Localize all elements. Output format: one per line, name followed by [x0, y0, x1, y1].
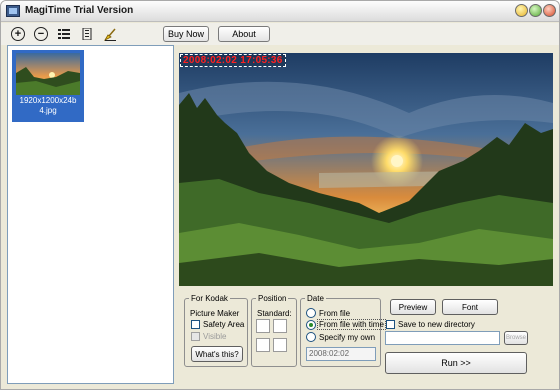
image-preview: 2008:02:02 17:05:36: [179, 53, 553, 286]
details-view-icon[interactable]: [80, 27, 94, 41]
save-new-directory-label: Save to new directory: [398, 320, 475, 329]
whats-this-button[interactable]: What's this?: [191, 346, 243, 362]
from-file-radio[interactable]: [306, 308, 316, 318]
date-stamp: 2008:02:02 17:05:36: [180, 54, 286, 67]
font-button[interactable]: Font: [442, 299, 498, 315]
date-input[interactable]: 2008:02:02: [306, 347, 376, 361]
visible-label: Visible: [203, 332, 227, 341]
add-icon[interactable]: +: [11, 27, 25, 41]
date-legend: Date: [307, 294, 324, 303]
from-file-label: From file: [319, 309, 351, 318]
browse-button[interactable]: Browse: [504, 331, 528, 345]
about-button[interactable]: About: [218, 26, 270, 42]
maximize-button[interactable]: [529, 4, 542, 17]
app-window: MagiTime Trial Version + − Buy Now About: [0, 0, 560, 390]
specify-my-own-radio[interactable]: [306, 332, 316, 342]
thumbnail-item[interactable]: 1920x1200x24b 4.jpg: [12, 50, 84, 122]
thumbnail-caption: 1920x1200x24b 4.jpg: [19, 96, 77, 115]
standard-label: Standard:: [257, 309, 292, 318]
position-cell-top-right[interactable]: [273, 319, 287, 333]
preview-image: [179, 53, 553, 286]
preview-button[interactable]: Preview: [390, 299, 436, 315]
safety-area-checkbox[interactable]: [191, 320, 200, 329]
save-new-directory-checkbox[interactable]: [386, 320, 395, 329]
buy-now-button[interactable]: Buy Now: [163, 26, 209, 42]
from-file-with-time-radio[interactable]: [306, 320, 316, 330]
clean-brush-icon[interactable]: [103, 27, 117, 41]
safety-area-label: Safety Area: [203, 320, 245, 329]
window-title: MagiTime Trial Version: [25, 5, 134, 16]
run-button[interactable]: Run >>: [385, 352, 527, 374]
picture-maker-label: Picture Maker: [190, 309, 240, 318]
position-cell-bottom-right[interactable]: [273, 338, 287, 352]
app-icon: [6, 5, 20, 17]
position-cell-bottom-left[interactable]: [256, 338, 270, 352]
title-bar: MagiTime Trial Version: [1, 1, 559, 22]
visible-checkbox[interactable]: [191, 332, 200, 341]
remove-icon[interactable]: −: [34, 27, 48, 41]
position-cell-top-left[interactable]: [256, 319, 270, 333]
list-view-icon[interactable]: [57, 27, 71, 41]
thumbnail-list[interactable]: 1920x1200x24b 4.jpg: [7, 45, 174, 384]
toolbar: + − Buy Now About: [1, 23, 559, 45]
close-button[interactable]: [543, 4, 556, 17]
directory-path-input[interactable]: [385, 331, 500, 345]
kodak-legend: For Kodak: [191, 294, 228, 303]
position-legend: Position: [258, 294, 287, 303]
specify-my-own-label: Specify my own: [319, 333, 376, 342]
thumbnail-image: [16, 53, 80, 95]
from-file-with-time-label: From file with time: [317, 319, 386, 330]
minimize-button[interactable]: [515, 4, 528, 17]
